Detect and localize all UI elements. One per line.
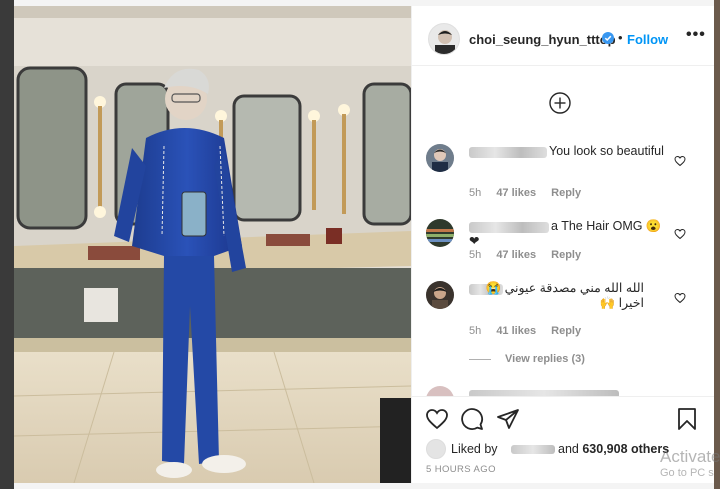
comment-item: a The Hair OMG 😮❤ 5h 47 likes Reply: [412, 216, 715, 276]
verified-badge-icon: [602, 32, 614, 44]
separator-dot: •: [618, 30, 623, 45]
comment-item: الله الله مني مصدقة عيوني 😭 اخيرا 🙌 5h 4…: [412, 278, 715, 348]
left-background-strip: [0, 0, 14, 489]
speech-bubble-icon[interactable]: [460, 407, 484, 431]
divider-line: [469, 358, 491, 360]
liked-by-others[interactable]: and 630,908 others: [558, 442, 669, 456]
post-header: choi_seung_hyun_tttop • Follow •••: [412, 6, 715, 66]
post-photo[interactable]: [14, 6, 411, 483]
comment-likes[interactable]: 41 likes: [496, 325, 536, 337]
comment-text: الله الله مني مصدقة عيوني 😭 اخيرا 🙌: [485, 281, 644, 310]
view-replies-link[interactable]: View replies (3): [469, 353, 585, 365]
liked-by-and: and: [558, 442, 579, 456]
commenter-avatar: [426, 386, 454, 396]
comment-time: 5h: [469, 325, 482, 337]
comment-meta: 5h 41 likes Reply: [469, 325, 593, 337]
post-details-panel: choi_seung_hyun_tttop • Follow ••• You l…: [411, 6, 716, 483]
photo-illustration: [14, 6, 411, 483]
avatar-image: [429, 24, 459, 54]
screenshot-frame: choi_seung_hyun_tttop • Follow ••• You l…: [0, 0, 720, 489]
commenter-avatar-image: [426, 281, 454, 309]
commenter-avatar[interactable]: [426, 281, 454, 309]
view-replies-label: View replies (3): [505, 353, 585, 365]
windows-watermark-subtitle: Go to PC s: [660, 467, 714, 479]
username-link[interactable]: choi_seung_hyun_tttop: [469, 32, 616, 47]
heart-outline-icon[interactable]: [674, 228, 686, 240]
commenter-avatar-image: [426, 219, 454, 247]
heart-outline-icon[interactable]: [674, 292, 686, 304]
likes-count: 630,908 others: [582, 442, 670, 456]
comment-likes[interactable]: 47 likes: [496, 249, 536, 261]
comment-time: 5h: [469, 249, 482, 261]
commenter-avatar-image: [426, 144, 454, 172]
ellipsis-icon[interactable]: •••: [686, 26, 706, 44]
plus-circle-icon[interactable]: [549, 92, 571, 114]
right-background-strip: [714, 0, 720, 489]
paper-plane-icon[interactable]: [496, 407, 520, 431]
comment-time: 5h: [469, 187, 482, 199]
reply-button[interactable]: Reply: [551, 187, 581, 199]
post-timestamp: 5 HOURS AGO: [426, 464, 496, 475]
comment-meta: 5h 47 likes Reply: [469, 249, 593, 261]
post-actions-bar: [412, 396, 715, 436]
clipped-comment-preview: [426, 384, 716, 396]
reply-button[interactable]: Reply: [551, 325, 581, 337]
bookmark-icon[interactable]: [675, 407, 699, 431]
follow-button[interactable]: Follow: [627, 32, 668, 47]
comment-meta: 5h 47 likes Reply: [469, 187, 593, 199]
commenter-avatar[interactable]: [426, 144, 454, 172]
windows-watermark-title: Activate: [660, 447, 720, 466]
reply-button[interactable]: Reply: [551, 249, 581, 261]
comment-text: You look so beautiful: [549, 144, 664, 158]
comment-likes[interactable]: 47 likes: [496, 187, 536, 199]
liked-by-label: Liked by: [451, 442, 498, 456]
comment-text: a The Hair OMG 😮❤: [469, 219, 662, 248]
commenter-avatar[interactable]: [426, 219, 454, 247]
liker-avatar[interactable]: [426, 439, 446, 459]
user-avatar[interactable]: [428, 23, 460, 55]
comment-item: You look so beautiful 5h 47 likes Reply: [412, 141, 715, 211]
heart-outline-icon[interactable]: [425, 407, 449, 431]
heart-outline-icon[interactable]: [674, 155, 686, 167]
blurred-liker-name: [511, 445, 555, 454]
